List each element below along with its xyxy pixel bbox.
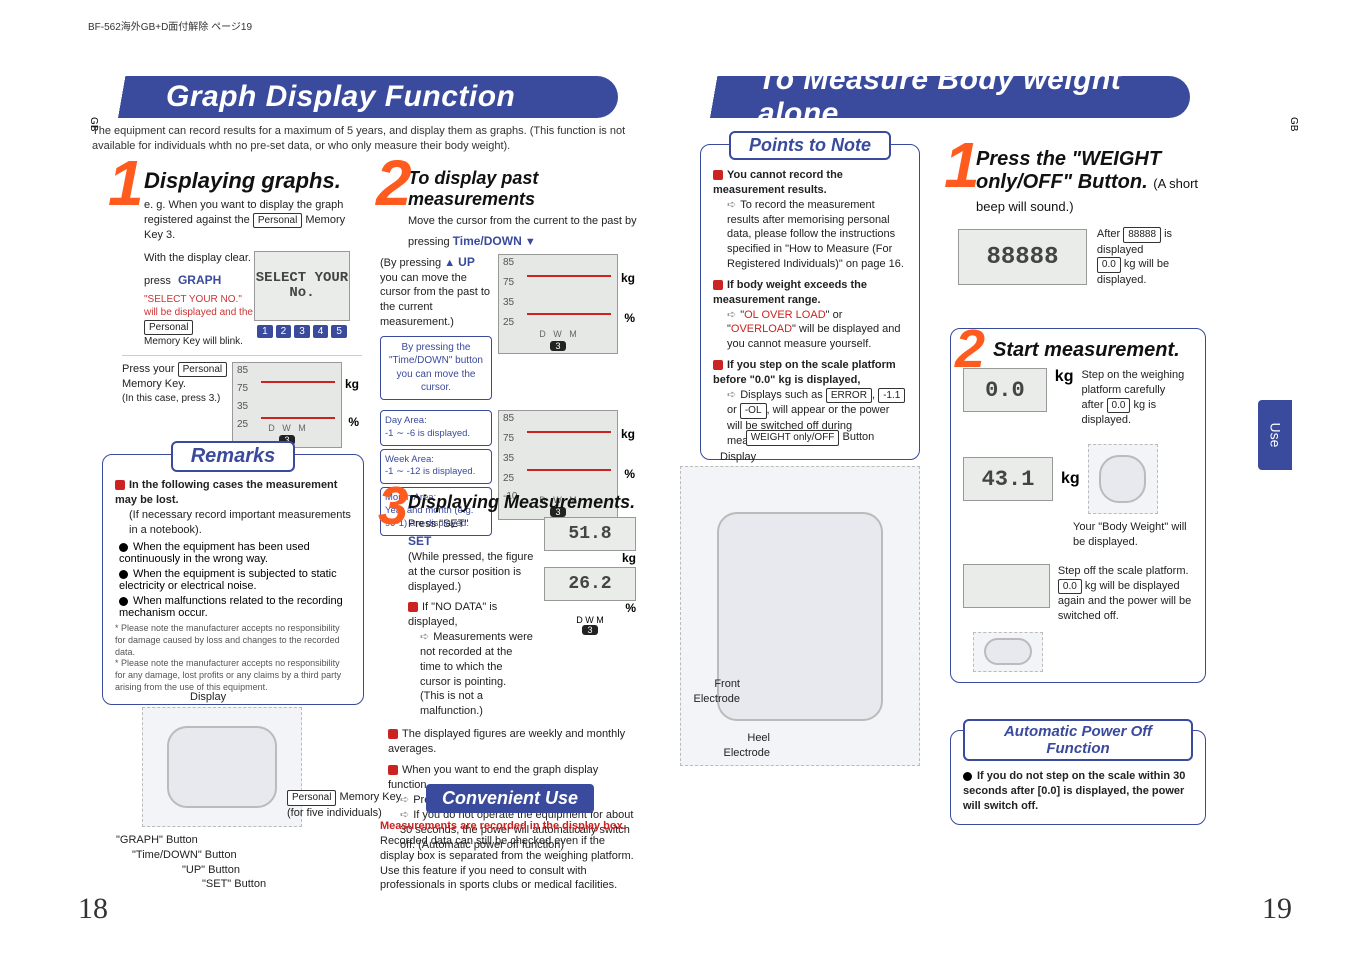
right-step1-lcd: 88888 — [958, 229, 1087, 285]
remarks-title: Remarks — [171, 441, 296, 472]
page-number-left: 18 — [78, 892, 108, 926]
step1a-note1: "SELECT YOUR NO." will be displayed and … — [144, 293, 254, 320]
left-page-title: Graph Display Function — [118, 76, 618, 118]
auto-title: Automatic Power Off Function — [963, 719, 1193, 761]
step2-number: 2 — [376, 164, 412, 202]
step1-title: Displaying graphs. — [144, 168, 362, 194]
right-step1-title: Press the "WEIGHT only/OFF" Button. (A s… — [976, 148, 1206, 217]
convenient-title: Convenient Use — [426, 784, 594, 813]
right-step1-number: 1 — [944, 146, 980, 184]
page-number-right: 19 — [1262, 892, 1292, 926]
section-tab-use: Use — [1258, 400, 1292, 470]
points-box: Points to Note You cannot record the mea… — [700, 144, 920, 460]
step1b-lead: Press your Personal Memory Key. — [122, 362, 232, 392]
right-step1-text: After 88888 is displayed 0.0 kg will be … — [1097, 227, 1206, 288]
remarks-bullet: When the equipment has been used continu… — [119, 541, 351, 565]
gb-tag-right: GB — [1271, 117, 1299, 131]
step2-hint-box: By pressing the "Time/DOWN" button you c… — [380, 336, 492, 400]
right-step2-title: Start measurement. — [993, 339, 1193, 362]
remarks-box: Remarks In the following cases the measu… — [102, 454, 364, 705]
diagram-display-label: Display — [190, 690, 367, 705]
step1a-lead: With the display clear. — [144, 251, 254, 266]
mem-key-1: 1 — [257, 325, 273, 338]
step1a-press: press — [144, 275, 171, 287]
step1-eg: e. g. When you want to display the graph… — [144, 198, 362, 243]
convenient-use-box: Convenient Use Measurements are recorded… — [380, 784, 640, 893]
device-display-label: Display — [720, 450, 940, 465]
set-button-label: SET — [408, 534, 431, 548]
diagram-up-btn: "UP" Button — [182, 863, 367, 878]
mem-key-4: 4 — [313, 325, 329, 338]
step3-title: Displaying Measurements. — [408, 492, 640, 513]
step3-lcd-pc: 26.2 — [544, 567, 636, 601]
step1a-note2: Memory Key will blink. — [144, 335, 254, 349]
time-down-label: Time/DOWN — [453, 234, 522, 248]
step-off-scale-icon — [973, 632, 1043, 672]
legend-day: Day Area: -1 ∼ -6 is displayed. — [380, 410, 492, 446]
step1-graph: 85 75 35 25 kg % D W M3 — [232, 362, 342, 448]
mem-key-2: 2 — [276, 325, 292, 338]
start-measurement-box: 2 Start measurement. 0.0 kg Step on the … — [950, 328, 1206, 683]
step2-move: Move the cursor from the current to the … — [408, 214, 640, 229]
step2-up-hint: (By pressing ▲ UP you can move the curso… — [380, 254, 492, 330]
mem-key-5: 5 — [331, 325, 347, 338]
step3-number: 3 — [378, 490, 408, 522]
doc-path: BF-562海外GB+D面付解除 ページ19 — [88, 18, 252, 33]
diagram-time-btn: "Time/DOWN" Button — [132, 848, 367, 863]
step2-title: To display past measurements — [408, 168, 640, 210]
graph-button-label: GRAPH — [178, 273, 221, 287]
diagram-set-btn: "SET" Button — [202, 877, 367, 892]
points-title: Points to Note — [729, 131, 891, 160]
down-arrow-icon: ▼ — [525, 236, 536, 248]
lcd-select-no: SELECT YOUR No. — [254, 251, 350, 321]
intro-text: The equipment can record results for a m… — [92, 124, 632, 154]
remarks-bullet: When the equipment is subjected to stati… — [119, 568, 351, 592]
body-weight-displayed: Your "Body Weight" will be displayed. — [1073, 520, 1193, 550]
scale-illustration — [680, 466, 920, 766]
right-page-title: To Measure Body weight alone — [710, 76, 1190, 118]
step1-number: 1 — [108, 164, 144, 202]
remarks-bullet: When malfunctions related to the recordi… — [119, 595, 351, 619]
right-step2-number: 2 — [955, 333, 985, 365]
lcd-weight: 43.1 — [963, 457, 1053, 501]
step-on-scale-icon — [1088, 444, 1158, 514]
step2-graph-a: 85 75 35 25 kg % D W M3 — [498, 254, 618, 354]
heel-electrode-label: Heel Electrode — [700, 731, 770, 761]
weight-only-off-button: WEIGHT only/OFF — [746, 430, 840, 446]
step1b-note: (In this case, press 3.) — [122, 392, 232, 406]
lcd-off — [963, 564, 1050, 608]
front-electrode-label: Front Electrode — [670, 677, 740, 707]
diagram-graph-btn: "GRAPH" Button — [116, 833, 367, 848]
step3-lcd-kg: 51.8 — [544, 517, 636, 551]
display-unit-illustration — [142, 707, 302, 827]
auto-power-off-box: Automatic Power Off Function If you do n… — [950, 730, 1206, 825]
mem-key-3: 3 — [294, 325, 310, 338]
